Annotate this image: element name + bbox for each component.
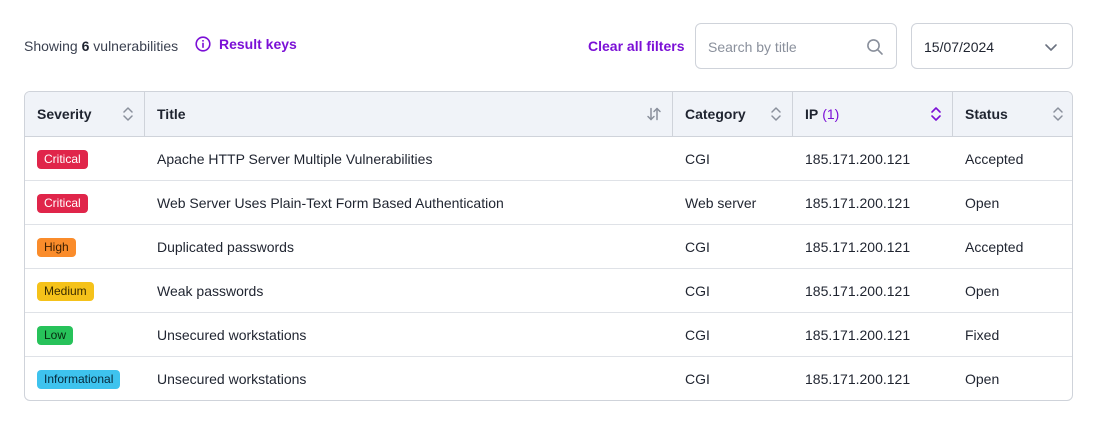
severity-cell: Medium [37,269,94,313]
title-text: Weak passwords [157,283,264,299]
column-label: Title [157,106,186,122]
category-cell: CGI [685,357,710,400]
result-keys-button[interactable]: Result keys [195,36,297,52]
date-select[interactable]: 15/07/2024 [911,23,1073,69]
title-text: Web Server Uses Plain-Text Form Based Au… [157,195,504,211]
category-cell: CGI [685,137,710,181]
status-cell: Accepted [965,225,1023,269]
status-text: Open [965,195,1000,211]
severity-badge: Informational [37,369,121,389]
category-text: CGI [685,239,710,255]
status-text: Fixed [965,327,1000,343]
ip-cell: 185.171.200.121 [805,137,910,181]
sort-arrows-icon[interactable] [646,106,662,122]
sort-icon[interactable] [1052,106,1064,122]
title-text: Apache HTTP Server Multiple Vulnerabilit… [157,151,433,167]
title-cell: Weak passwords [157,269,263,313]
severity-cell: Low [37,313,74,357]
category-text: CGI [685,151,710,167]
title-text: Duplicated passwords [157,239,294,255]
column-label: Status [965,106,1008,122]
table-row[interactable]: Critical Apache HTTP Server Multiple Vuln… [25,137,1072,181]
status-cell: Open [965,269,999,313]
summary-suffix: vulnerabilities [93,38,179,54]
vulnerabilities-table: Severity Title Category IP (1) Status Cr… [24,91,1073,401]
severity-badge: Medium [37,281,94,301]
status-cell: Fixed [965,313,999,357]
ip-cell: 185.171.200.121 [805,313,910,357]
ip-cell: 185.171.200.121 [805,225,910,269]
column-header-title[interactable]: Title [145,92,673,136]
severity-badge: Critical [37,193,88,213]
table-header: Severity Title Category IP (1) Status [25,92,1072,137]
title-cell: Web Server Uses Plain-Text Form Based Au… [157,181,504,225]
ip-text: 185.171.200.121 [805,239,911,255]
sort-icon[interactable] [770,106,782,122]
status-cell: Open [965,357,1000,400]
table-row[interactable]: Informational Unsecured workstations CGI 18… [25,357,1072,400]
results-summary: Showing 6 vulnerabilities [24,38,178,54]
status-text: Accepted [965,151,1024,167]
ip-filter-count: (1) [822,106,840,122]
status-text: Open [965,371,1000,387]
clear-all-filters-link[interactable]: Clear all filters [588,38,685,54]
info-icon [195,36,211,52]
date-select-value: 15/07/2024 [924,39,995,55]
table-row[interactable]: Medium Weak passwords CGI 185.171.200.121 Op… [25,269,1072,313]
column-label: Category [685,106,746,122]
column-header-severity[interactable]: Severity [25,92,145,136]
ip-cell: 185.171.200.121 [805,269,910,313]
column-header-category[interactable]: Category [673,92,793,136]
summary-count: 6 [81,38,90,54]
title-text: Unsecured workstations [157,371,307,387]
category-text: CGI [685,371,710,387]
ip-cell: 185.171.200.121 [805,181,910,225]
sort-icon[interactable] [122,106,134,122]
severity-badge: High [37,237,76,257]
category-cell: Web server [685,181,756,225]
category-text: CGI [685,327,710,343]
toolbar: Showing 6 vulnerabilities Result keys Cl… [24,23,1073,69]
status-text: Accepted [965,239,1024,255]
ip-text: 185.171.200.121 [805,327,911,343]
column-header-ip[interactable]: IP (1) [793,92,953,136]
ip-text: 185.171.200.121 [805,151,911,167]
severity-cell: Critical [37,181,88,225]
category-text: Web server [685,195,757,211]
severity-badge: Low [37,325,74,345]
status-cell: Open [965,181,999,225]
sort-active-icon[interactable] [930,106,942,122]
column-label: IP [805,106,819,122]
chevron-down-icon [1045,44,1057,51]
table-row[interactable]: High Duplicated passwords CGI 185.171.200.1… [25,225,1072,269]
severity-cell: Informational [37,357,121,400]
table-row[interactable]: Critical Web Server Uses Plain-Text Form … [25,181,1072,225]
column-label: Severity [37,106,92,122]
ip-cell: 185.171.200.121 [805,357,911,400]
ip-text: 185.171.200.121 [805,371,911,387]
severity-badge: Critical [37,149,88,169]
title-cell: Unsecured workstations [157,313,306,357]
ip-text: 185.171.200.121 [805,283,911,299]
status-text: Open [965,283,1000,299]
result-keys-label: Result keys [219,36,297,52]
category-cell: CGI [685,269,710,313]
search-icon[interactable] [866,38,884,56]
severity-cell: High [37,225,76,269]
column-header-status[interactable]: Status [953,92,1072,136]
title-cell: Apache HTTP Server Multiple Vulnerabilit… [157,137,432,181]
table-row[interactable]: Low Unsecured workstations CGI 185.171.200.… [25,313,1072,357]
category-text: CGI [685,283,710,299]
search-field[interactable] [695,23,897,69]
search-input[interactable] [708,37,858,57]
summary-prefix: Showing [24,38,78,54]
title-cell: Duplicated passwords [157,225,294,269]
title-text: Unsecured workstations [157,327,307,343]
title-cell: Unsecured workstations [157,357,307,400]
category-cell: CGI [685,225,710,269]
ip-text: 185.171.200.121 [805,195,911,211]
severity-cell: Critical [37,137,88,181]
category-cell: CGI [685,313,710,357]
status-cell: Accepted [965,137,1023,181]
